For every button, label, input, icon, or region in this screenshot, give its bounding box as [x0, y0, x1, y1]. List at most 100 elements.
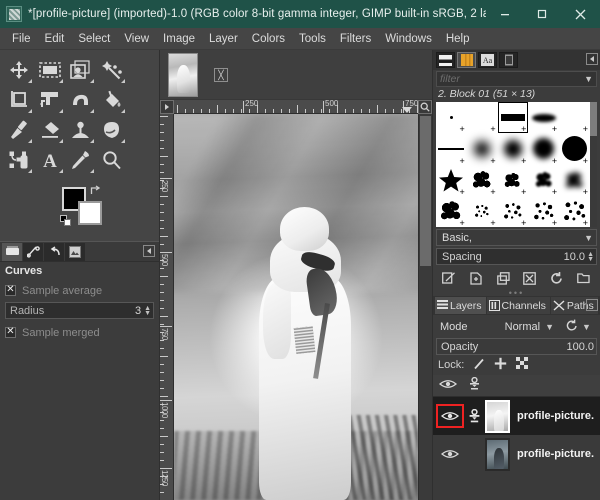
tab-layers[interactable]: Layers: [435, 297, 486, 314]
layer-name[interactable]: profile-picture.: [517, 410, 594, 422]
brush-fuzzy-medium[interactable]: +: [498, 133, 529, 165]
layer-link-toggle[interactable]: [463, 405, 485, 427]
menu-tools[interactable]: Tools: [292, 31, 333, 47]
chevron-down-icon[interactable]: ▼: [545, 322, 554, 332]
move-tool[interactable]: [3, 55, 34, 85]
brush-star[interactable]: +: [436, 165, 467, 196]
brush-grid[interactable]: + + + + + + + + + + + + + + + + + + + +: [436, 102, 590, 227]
dock-resize-grip[interactable]: •••: [433, 288, 600, 297]
brush-acrylic-02[interactable]: +: [498, 165, 529, 196]
layer-thumbnail[interactable]: [485, 399, 510, 433]
fonts-tab[interactable]: Aa: [478, 52, 497, 68]
swap-colors-icon[interactable]: [90, 183, 101, 194]
warp-transform-tool[interactable]: [65, 85, 96, 115]
sample-merged-row[interactable]: Sample merged: [5, 323, 154, 342]
rectangle-select-tool[interactable]: [34, 55, 65, 85]
brush-dot-tiny[interactable]: +: [436, 102, 467, 134]
layer-link-toggle[interactable]: [463, 443, 485, 465]
brush-sparks[interactable]: +: [528, 196, 559, 227]
radius-spin-arrows[interactable]: ▲ ▼: [144, 305, 151, 317]
layer-opacity-slider[interactable]: Opacity 100.0: [436, 338, 597, 355]
menu-colors[interactable]: Colors: [245, 31, 292, 47]
brush-block-01[interactable]: +: [497, 102, 529, 134]
refresh-brushes-button[interactable]: [548, 270, 566, 286]
vertical-ruler[interactable]: 250 500 750 1000 1250: [160, 114, 174, 500]
layer-visibility-toggle[interactable]: [436, 404, 464, 428]
layer-name[interactable]: profile-picture.: [517, 448, 594, 460]
background-color-swatch[interactable]: [78, 201, 102, 225]
spacing-spin-arrows[interactable]: ▲ ▼: [587, 251, 594, 263]
menu-help[interactable]: Help: [439, 31, 477, 47]
zoom-tool[interactable]: [96, 145, 127, 175]
lock-pixels-button[interactable]: [473, 358, 485, 373]
brush-line[interactable]: +: [436, 133, 467, 165]
color-picker-tool[interactable]: [65, 145, 96, 175]
sample-average-checkbox[interactable]: [5, 283, 16, 297]
layer-thumbnail[interactable]: [485, 437, 510, 471]
lock-position-button[interactable]: [494, 357, 507, 373]
patterns-tab[interactable]: [457, 52, 476, 68]
sample-average-row[interactable]: Sample average: [5, 281, 154, 300]
layer-mode-select[interactable]: Mode Normal ▼: [436, 318, 558, 336]
edit-brush-button[interactable]: [440, 270, 458, 286]
menu-windows[interactable]: Windows: [378, 31, 439, 47]
maximize-button[interactable]: [523, 0, 560, 28]
scrollbar-thumb[interactable]: [420, 116, 431, 266]
brush-filter-input[interactable]: filter ▼: [436, 71, 597, 87]
radius-stepper[interactable]: Radius 3 ▲ ▼: [5, 302, 154, 319]
sample-merged-checkbox[interactable]: [5, 325, 16, 339]
fuzzy-select-tool[interactable]: [96, 55, 127, 85]
tab-channels[interactable]: Channels: [486, 297, 550, 314]
menu-layer[interactable]: Layer: [202, 31, 245, 47]
brush-tag-selector[interactable]: Basic, ▼: [436, 229, 597, 246]
menu-edit[interactable]: Edit: [38, 31, 72, 47]
clone-tool[interactable]: [65, 115, 96, 145]
menu-image[interactable]: Image: [156, 31, 202, 47]
eraser-tool[interactable]: [34, 115, 65, 145]
brush-confetti[interactable]: +: [498, 196, 529, 227]
profile-picture-thumbnail[interactable]: [168, 53, 198, 97]
canvas-vertical-scrollbar[interactable]: [418, 114, 432, 500]
menu-select[interactable]: Select: [71, 31, 117, 47]
reset-colors-icon[interactable]: [60, 215, 71, 226]
brush-ellipse[interactable]: +: [528, 102, 559, 134]
layers-dock-menu-button[interactable]: [586, 299, 598, 311]
paintbrush-tool[interactable]: [3, 115, 34, 145]
menu-view[interactable]: View: [117, 31, 156, 47]
close-tab-icon[interactable]: ╳: [214, 68, 228, 82]
navigate-icon[interactable]: [160, 100, 174, 114]
text-tool[interactable]: A: [34, 145, 65, 175]
brush-fuzzy-large[interactable]: +: [528, 133, 559, 165]
brush-scroll-thumb[interactable]: [590, 102, 597, 136]
menu-file[interactable]: File: [5, 31, 38, 47]
paths-tool[interactable]: [3, 145, 34, 175]
bucket-fill-tool[interactable]: [96, 85, 127, 115]
smudge-tool[interactable]: [96, 115, 127, 145]
canvas-viewport[interactable]: [174, 114, 418, 500]
close-button[interactable]: [560, 0, 600, 28]
menu-filters[interactable]: Filters: [333, 31, 378, 47]
brush-bristles-01[interactable]: +: [436, 196, 467, 227]
brush-hardness-100[interactable]: +: [559, 133, 590, 165]
brush-dock-menu-button[interactable]: [586, 53, 598, 65]
undo-history-tab[interactable]: [44, 242, 64, 261]
open-brush-as-image-button[interactable]: [575, 270, 593, 286]
chevron-down-icon[interactable]: ▼: [584, 74, 593, 84]
minimize-button[interactable]: [486, 0, 523, 28]
brush-chalk-01[interactable]: +: [467, 196, 498, 227]
foreground-select-tool[interactable]: [65, 55, 96, 85]
horizontal-ruler[interactable]: 250 500 750: [174, 100, 418, 114]
brush-galaxy[interactable]: +: [559, 196, 590, 227]
chevron-down-icon[interactable]: ▼: [584, 233, 593, 243]
chevron-down-icon[interactable]: ▼: [582, 322, 591, 332]
zoom-image-icon[interactable]: [418, 100, 432, 114]
brush-acrylic-03[interactable]: +: [528, 165, 559, 196]
new-brush-button[interactable]: [467, 270, 485, 286]
duplicate-brush-button[interactable]: [494, 270, 512, 286]
delete-brush-button[interactable]: [521, 270, 539, 286]
spacing-stepper[interactable]: Spacing 10.0 ▲ ▼: [436, 248, 597, 265]
table-row[interactable]: profile-picture.: [433, 435, 600, 473]
document-history-tab[interactable]: [499, 52, 518, 68]
brush-fuzzy-small[interactable]: +: [467, 133, 498, 165]
images-tab[interactable]: [65, 242, 85, 261]
